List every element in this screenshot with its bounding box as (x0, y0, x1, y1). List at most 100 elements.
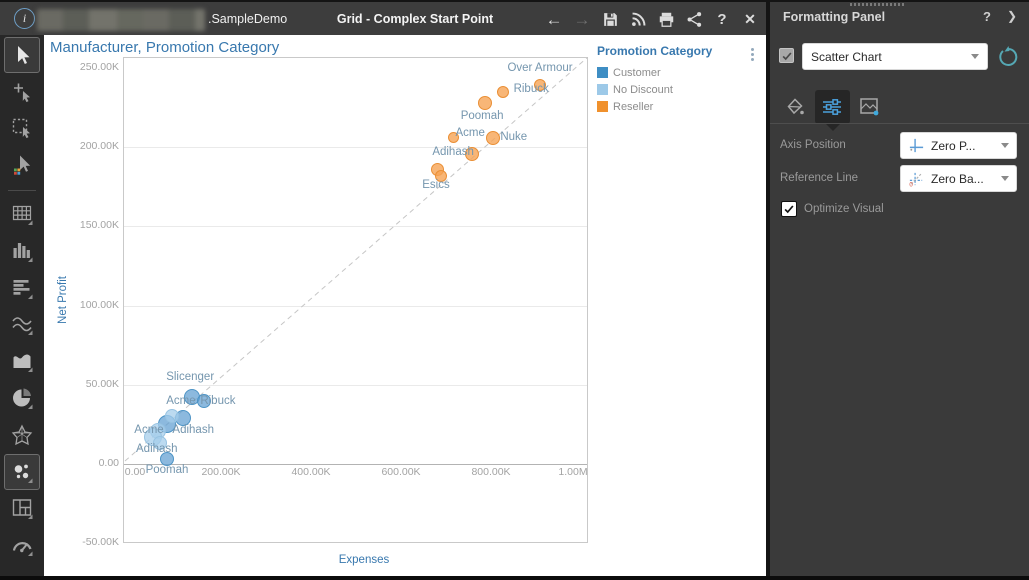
scatter-chart-widget[interactable] (4, 454, 40, 490)
axis-position-value: Zero P... (931, 139, 995, 153)
x-tick-label: 800.00K (456, 466, 526, 478)
zero-based-line-icon: 0 (908, 170, 925, 187)
formatting-panel: Formatting Panel ? ❯ Scatter Chart (766, 0, 1029, 576)
options-tab[interactable] (815, 90, 850, 124)
chart-title: Manufacturer, Promotion Category (50, 39, 279, 56)
reset-icon (997, 46, 1019, 68)
x-tick-label: 600.00K (366, 466, 436, 478)
scatter-point-reseller[interactable] (435, 170, 447, 182)
hbar-chart-widget-icon (10, 276, 34, 300)
y-tick-label: 150.00K (49, 219, 119, 231)
legend: Promotion Category Customer No Discount Re… (597, 44, 747, 115)
x-tick-label: 400.00K (276, 466, 346, 478)
reference-line-value: Zero Ba... (931, 172, 995, 186)
chart-type-value: Scatter Chart (811, 50, 965, 64)
panel-help-icon[interactable]: ? (983, 9, 991, 24)
polar-chart-widget[interactable] (4, 417, 40, 453)
add-pointer-tool[interactable] (4, 74, 40, 110)
panel-grip[interactable] (850, 3, 905, 6)
y-tick-label: 200.00K (49, 140, 119, 152)
check-icon (781, 50, 793, 62)
chart-type-dropdown[interactable]: Scatter Chart (802, 43, 988, 70)
pointer-tool[interactable] (4, 37, 40, 73)
paint-tab[interactable] (782, 94, 806, 118)
scatter-point-adihash[interactable] (465, 147, 479, 161)
multi-select-tool[interactable] (4, 147, 40, 183)
chevron-down-icon (1001, 143, 1009, 148)
reference-line-dropdown[interactable]: 0 Zero Ba... (900, 165, 1017, 192)
polar-chart-widget-icon (10, 423, 34, 447)
app-name: .SampleDemo (208, 12, 287, 26)
style-tab[interactable] (857, 94, 881, 118)
toolbox-divider (8, 190, 36, 191)
grid-widget[interactable] (4, 196, 40, 232)
help-icon[interactable]: ? (711, 9, 733, 31)
legend-label: Customer (613, 67, 661, 79)
pie-chart-widget-icon (10, 386, 34, 410)
x-axis-title: Expenses (294, 554, 434, 566)
save-icon[interactable] (599, 9, 621, 31)
legend-options-menu-icon[interactable] (751, 48, 754, 61)
legend-label: Reseller (613, 101, 653, 113)
tab-strip-divider (770, 123, 1029, 124)
check-icon (783, 203, 795, 215)
panel-collapse-icon[interactable]: ❯ (1007, 9, 1017, 23)
zero-axis-icon (908, 137, 925, 154)
gauge-widget-icon (10, 533, 34, 557)
chart-type-enabled-checkbox[interactable] (779, 48, 794, 63)
area-chart-widget-icon (10, 349, 34, 373)
y-tick-label: 50.00K (49, 378, 119, 390)
legend-item-no-discount[interactable]: No Discount (597, 81, 747, 98)
scatter-chart-widget-icon (10, 460, 34, 484)
optimize-visual-checkbox[interactable] (781, 201, 797, 217)
y-tick-label: 100.00K (49, 299, 119, 311)
scatter-point-poomah[interactable] (478, 96, 492, 110)
sliders-icon (820, 95, 844, 119)
chevron-down-icon (1001, 176, 1009, 181)
forward-icon[interactable]: → (571, 9, 593, 31)
legend-item-customer[interactable]: Customer (597, 64, 747, 81)
area-chart-widget[interactable] (4, 343, 40, 379)
scatter-point-acme[interactable] (448, 132, 459, 143)
x-tick-label: 1.00M (538, 466, 608, 478)
multi-select-tool-icon (10, 153, 34, 177)
legend-swatch (597, 67, 608, 78)
reset-button[interactable] (997, 46, 1019, 68)
data-feed-icon[interactable] (627, 9, 649, 31)
gauge-widget[interactable] (4, 527, 40, 563)
scatter-point-ribuck[interactable] (497, 86, 509, 98)
legend-label: No Discount (613, 84, 673, 96)
line-chart-widget[interactable] (4, 306, 40, 342)
grid-widget-icon (10, 202, 34, 226)
y-tick-label: 250.00K (49, 61, 119, 73)
rectangle-select-tool[interactable] (4, 110, 40, 146)
close-icon[interactable]: ✕ (739, 9, 761, 31)
back-icon[interactable]: ← (543, 9, 565, 31)
rectangle-select-tool-icon (10, 116, 34, 140)
scatter-point-ribuck[interactable] (197, 394, 211, 408)
axis-position-label: Axis Position (780, 139, 846, 151)
print-icon[interactable] (655, 9, 677, 31)
app-window: i .SampleDemo Grid - Complex Start Point… (0, 0, 1029, 580)
scatter-point-nuke[interactable] (486, 131, 500, 145)
legend-item-reseller[interactable]: Reseller (597, 98, 747, 115)
title-bar: i .SampleDemo Grid - Complex Start Point… (0, 0, 766, 35)
bar-chart-widget[interactable] (4, 233, 40, 269)
legend-title: Promotion Category (597, 44, 747, 58)
optimize-visual-label: Optimize Visual (804, 203, 884, 215)
dashboard-item-scatter-chart: Manufacturer, Promotion Category Sliceng… (44, 35, 766, 576)
svg-text:0: 0 (909, 182, 913, 187)
selected-tab-notch (826, 124, 840, 131)
treemap-widget[interactable] (4, 490, 40, 526)
axis-position-dropdown[interactable]: Zero P... (900, 132, 1017, 159)
hbar-chart-widget[interactable] (4, 270, 40, 306)
reference-line-label: Reference Line (780, 172, 858, 184)
info-icon[interactable]: i (14, 8, 35, 29)
x-tick-label: 200.00K (186, 466, 256, 478)
paint-bucket-icon (782, 94, 806, 118)
pie-chart-widget[interactable] (4, 380, 40, 416)
panel-title: Formatting Panel (783, 10, 885, 24)
share-icon[interactable] (683, 9, 705, 31)
legend-swatch (597, 101, 608, 112)
document-title: Grid - Complex Start Point (330, 12, 500, 26)
